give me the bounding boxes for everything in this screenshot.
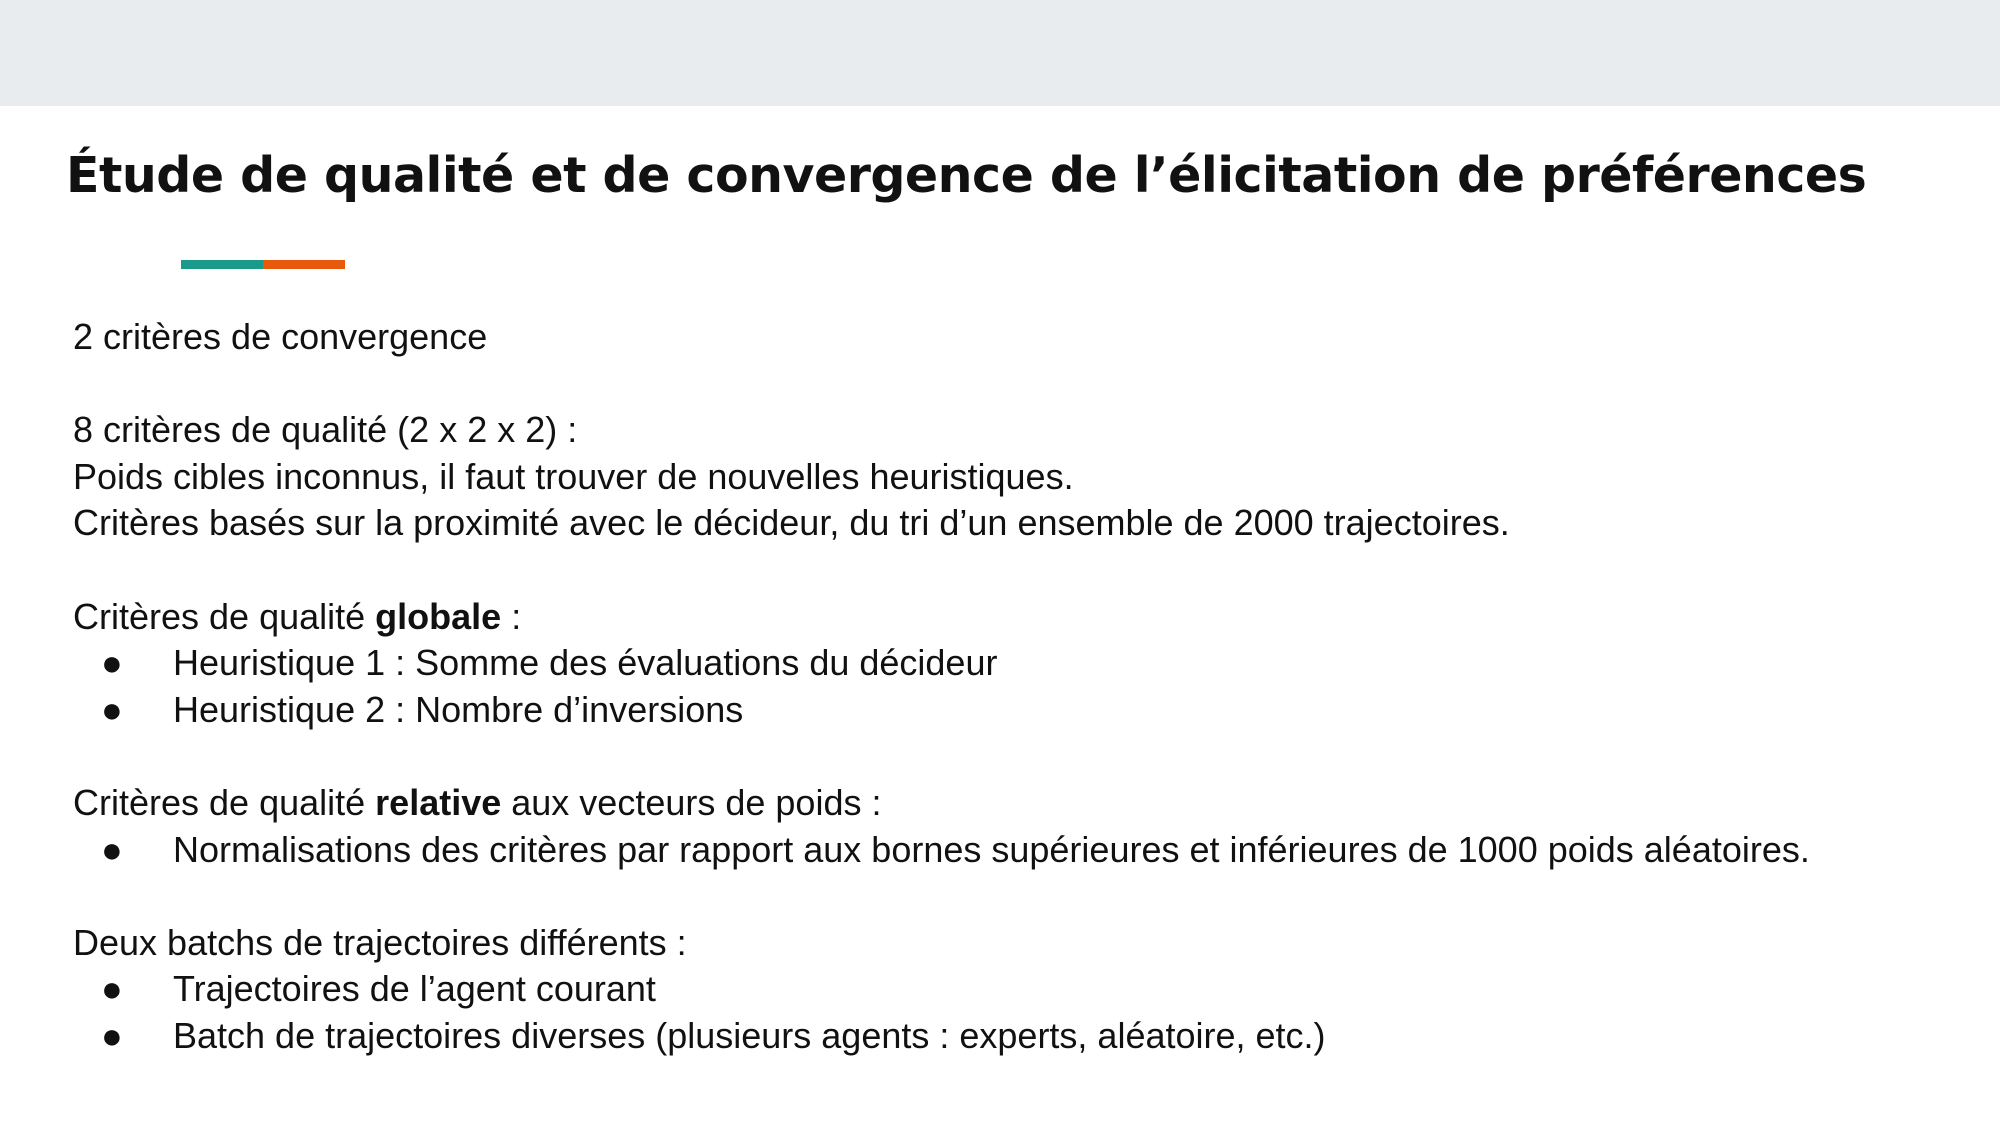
bullet-text: Heuristique 1 : Somme des évaluations du… — [173, 642, 998, 684]
bullet-icon: ● — [101, 968, 123, 1010]
bullet-icon: ● — [101, 688, 123, 730]
bullet-text: Normalisations des critères par rapport … — [173, 828, 1810, 870]
slide-title: Étude de qualité et de convergence de l’… — [66, 147, 1867, 204]
list-item: ● Heuristique 2 : Nombre d’inversions — [73, 687, 1973, 734]
slide: Étude de qualité et de convergence de l’… — [0, 0, 2000, 1125]
quality-criteria-line: 8 critères de qualité (2 x 2 x 2) : — [73, 409, 578, 451]
bullet-text: Heuristique 2 : Nombre d’inversions — [173, 688, 744, 730]
bullet-icon: ● — [101, 642, 123, 684]
list-item: ● Heuristique 1 : Somme des évaluations … — [73, 640, 1973, 687]
list-item: ● Trajectoires de l’agent courant — [73, 966, 1973, 1013]
bullet-icon: ● — [101, 828, 123, 870]
relative-keyword: relative — [375, 781, 502, 823]
batch-heading: Deux batchs de trajectoires différents : — [73, 921, 687, 963]
bullet-text: Batch de trajectoires diverses (plusieur… — [173, 1014, 1326, 1056]
criteria-basis-line: Critères basés sur la proximité avec le … — [73, 502, 1510, 544]
bullet-text: Trajectoires de l’agent courant — [173, 968, 656, 1010]
relative-quality-heading: Critères de qualité relative aux vecteur… — [73, 781, 882, 823]
global-keyword: globale — [375, 595, 502, 637]
slide-body: 2 critères de convergence 8 critères de … — [73, 314, 1973, 1060]
global-quality-heading: Critères de qualité globale : — [73, 595, 522, 637]
convergence-criteria-line: 2 critères de convergence — [73, 316, 488, 357]
accent-bar-teal — [181, 260, 263, 269]
bullet-icon: ● — [101, 1014, 123, 1056]
target-weights-line: Poids cibles inconnus, il faut trouver d… — [73, 455, 1074, 497]
accent-bar-orange — [263, 260, 345, 269]
list-item: ● Normalisations des critères par rappor… — [73, 827, 1973, 874]
top-band — [0, 0, 2000, 106]
list-item: ● Batch de trajectoires diverses (plusie… — [73, 1013, 1973, 1060]
